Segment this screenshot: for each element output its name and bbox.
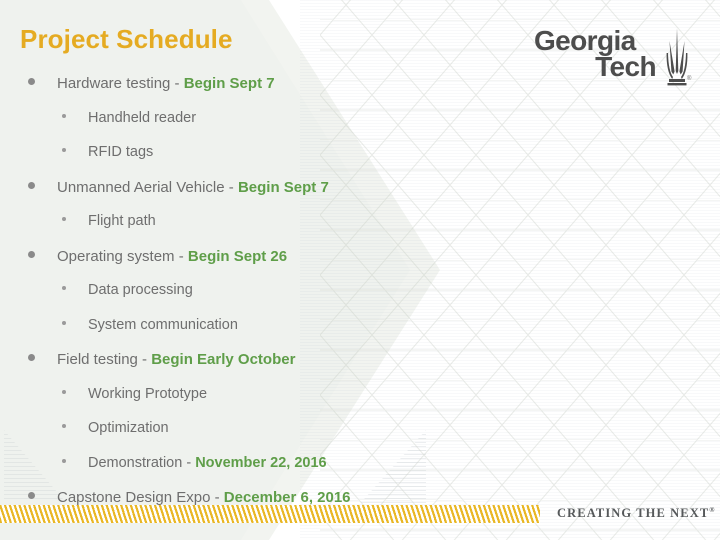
bullet-label: Capstone Design Expo -	[57, 489, 224, 506]
slide-canvas: Project Schedule Georgia Tech ® Hardware…	[0, 0, 720, 540]
georgia-tech-logo: Georgia Tech ®	[534, 25, 694, 90]
bullet-point-icon	[28, 492, 35, 499]
bullet-row: Flight path	[62, 213, 156, 229]
bullet-text: Hardware testing - Begin Sept 7	[57, 75, 275, 92]
bullet-label: Demonstration -	[88, 455, 196, 471]
bullet-row: RFID tags	[62, 144, 153, 160]
bullet-text: Flight path	[88, 213, 156, 229]
tech-tower-icon	[662, 27, 692, 94]
slide-title: Project Schedule	[20, 24, 233, 54]
bullet-row: Demonstration - November 22, 2016	[62, 455, 327, 471]
bullet-row: Capstone Design Expo - December 6, 2016	[28, 489, 351, 506]
bullet-text: Working Prototype	[88, 386, 207, 402]
bullet-point-icon	[28, 354, 35, 361]
bullet-label: Data processing	[88, 282, 193, 298]
bullet-label: Field testing -	[57, 351, 152, 368]
bullet-label: Operating system -	[57, 248, 188, 265]
bullet-point-icon	[62, 286, 66, 290]
bullet-label: Hardware testing -	[57, 75, 184, 92]
georgia-tech-wordmark: Georgia Tech	[534, 25, 658, 82]
bullet-label: Optimization	[88, 420, 169, 436]
bullet-row: Hardware testing - Begin Sept 7	[28, 75, 275, 92]
logo-line-georgia: Georgia	[534, 25, 636, 56]
bullet-point-icon	[62, 217, 66, 221]
bullet-text: Handheld reader	[88, 110, 196, 126]
bullet-text: Capstone Design Expo - December 6, 2016	[57, 489, 351, 506]
bullet-label: System communication	[88, 317, 238, 333]
bullet-date-highlight: Begin Sept 7	[237, 179, 329, 196]
bullet-text: Operating system - Begin Sept 26	[57, 248, 287, 265]
bullet-text: Unmanned Aerial Vehicle - Begin Sept 7	[57, 179, 329, 196]
bullet-point-icon	[62, 148, 66, 152]
bullet-row: Data processing	[62, 282, 193, 298]
logo-line-tech: Tech	[595, 50, 656, 82]
bullet-date-highlight: Begin Sept 26	[187, 248, 288, 265]
bullet-point-icon	[62, 459, 66, 463]
gold-stripe-band	[0, 505, 540, 523]
bullet-row: Working Prototype	[62, 386, 207, 402]
bullet-row: Optimization	[62, 420, 169, 436]
bullet-text: Field testing - Begin Early October	[57, 351, 295, 368]
bullet-point-icon	[28, 78, 35, 85]
bullet-label: RFID tags	[88, 144, 154, 160]
bullet-text: Optimization	[88, 420, 169, 436]
bullet-label: Flight path	[88, 213, 156, 229]
bullet-row: Handheld reader	[62, 110, 196, 126]
bullet-point-icon	[28, 182, 35, 189]
bullet-row: Field testing - Begin Early October	[28, 351, 295, 368]
bullet-point-icon	[62, 390, 66, 394]
bullet-text: RFID tags	[88, 144, 153, 160]
bullet-date-highlight: December 6, 2016	[223, 489, 351, 506]
bullet-date-highlight: Begin Sept 7	[183, 75, 275, 92]
bullet-row: System communication	[62, 317, 238, 333]
bullet-label: Unmanned Aerial Vehicle -	[57, 179, 238, 196]
tagline-text: CREATING THE NEXT	[557, 506, 710, 521]
bullet-point-icon	[62, 424, 66, 428]
tagline: CREATING THE NEXT®	[557, 506, 716, 521]
tagline-registered-mark: ®	[709, 506, 716, 514]
bullet-text: Demonstration - November 22, 2016	[88, 455, 327, 471]
bullet-row: Unmanned Aerial Vehicle - Begin Sept 7	[28, 179, 329, 196]
bullet-point-icon	[28, 251, 35, 258]
bullet-label: Working Prototype	[88, 386, 208, 402]
logo-registered-mark: ®	[687, 76, 692, 82]
bullet-label: Handheld reader	[88, 110, 197, 126]
bullet-text: Data processing	[88, 282, 193, 298]
bullet-date-highlight: November 22, 2016	[195, 455, 327, 471]
bullet-point-icon	[62, 114, 66, 118]
bullet-date-highlight: Begin Early October	[151, 351, 296, 368]
bullet-row: Operating system - Begin Sept 26	[28, 248, 287, 265]
bullet-point-icon	[62, 321, 66, 325]
tick-texture-right	[356, 430, 426, 508]
bullet-text: System communication	[88, 317, 238, 333]
